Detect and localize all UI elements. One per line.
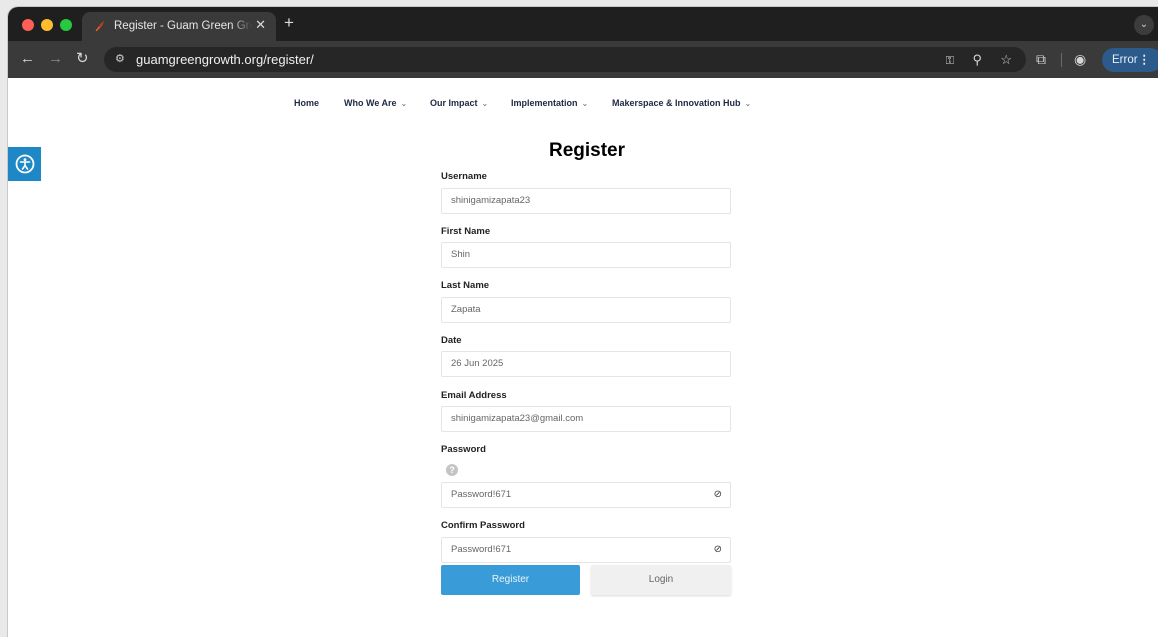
key-icon[interactable]: ⚿: [946, 53, 954, 70]
error-label: Error: [1112, 54, 1138, 66]
nav-item-home[interactable]: Home: [294, 98, 319, 108]
chevron-down-icon: ⌄: [400, 99, 408, 108]
tab-strip: Register - Guam Green Growth ✕ + ⌄: [8, 7, 1158, 41]
site-navigation: Home Who We Are ⌄ Our Impact ⌄ Implementat…: [8, 98, 1158, 114]
email-label: Email Address: [441, 390, 507, 401]
register-button[interactable]: Register: [441, 565, 580, 595]
tab-close-icon[interactable]: ✕: [255, 18, 266, 32]
site-info-icon[interactable]: ⚙: [115, 52, 125, 65]
confirm-password-input[interactable]: Password!671 ⊘: [441, 537, 731, 563]
date-input[interactable]: 26 Jun 2025: [441, 351, 731, 377]
profile-icon[interactable]: ◉: [1074, 50, 1086, 68]
username-label: Username: [441, 171, 487, 182]
star-icon[interactable]: ☆: [1000, 51, 1012, 68]
menu-icon: ⋮: [1138, 54, 1151, 66]
nav-label: Makerspace & Innovation Hub: [612, 98, 741, 108]
first-name-input[interactable]: Shin: [441, 242, 731, 268]
first-name-label: First Name: [441, 226, 491, 237]
back-icon[interactable]: ←: [20, 50, 35, 68]
zoom-icon[interactable]: ⚲: [972, 51, 982, 68]
date-label: Date: [441, 335, 462, 346]
browser-toolbar: ← → ↻ ⚙ guamgreengrowth.org/register/ ⚿ …: [8, 41, 1158, 78]
address-bar[interactable]: ⚙ guamgreengrowth.org/register/ ⚿ ⚲ ☆: [104, 47, 1026, 72]
username-input[interactable]: shinigamizapata23: [441, 188, 731, 214]
page-title: Register: [548, 140, 626, 161]
nav-item-implementation[interactable]: Implementation ⌄: [511, 98, 588, 108]
help-icon[interactable]: ?: [446, 464, 458, 476]
nav-label: Home: [294, 98, 320, 108]
email-input[interactable]: shinigamizapata23@gmail.com: [441, 406, 731, 432]
browser-window: Register - Guam Green Growth ✕ + ⌄ ← → ↻…: [8, 7, 1158, 637]
password-value: Password!671: [451, 489, 512, 500]
last-name-input[interactable]: Zapata: [441, 297, 731, 323]
close-window-button[interactable]: [22, 19, 34, 31]
tab-search-chevron-icon[interactable]: ⌄: [1134, 15, 1154, 35]
tab-title: Register - Guam Green Growth: [114, 20, 252, 32]
error-menu-button[interactable]: Error ⋮: [1102, 48, 1158, 72]
leaf-favicon-icon: [95, 21, 104, 32]
password-label: Password: [441, 444, 486, 455]
new-tab-button[interactable]: +: [284, 14, 294, 32]
forward-icon[interactable]: →: [48, 50, 63, 68]
chevron-down-icon: ⌄: [744, 99, 752, 108]
url-text[interactable]: guamgreengrowth.org/register/: [136, 52, 314, 67]
password-input[interactable]: Password!671 ⊘: [441, 482, 731, 508]
reload-icon[interactable]: ↻: [76, 50, 89, 68]
last-name-label: Last Name: [441, 280, 490, 291]
web-page: Home Who We Are ⌄ Our Impact ⌄ Implementat…: [8, 78, 1158, 637]
toolbar-divider: [1061, 53, 1062, 67]
nav-label: Who We Are: [344, 98, 397, 108]
extensions-icon[interactable]: ⧉: [1036, 50, 1046, 68]
confirm-password-label: Confirm Password: [441, 520, 525, 531]
nav-item-our-impact[interactable]: Our Impact ⌄: [430, 98, 488, 108]
eye-off-icon[interactable]: ⊘: [714, 538, 722, 562]
chevron-down-icon: ⌄: [481, 99, 489, 108]
nav-label: Implementation: [511, 98, 578, 108]
eye-off-icon[interactable]: ⊘: [714, 483, 722, 507]
minimize-window-button[interactable]: [41, 19, 53, 31]
login-button[interactable]: Login: [591, 565, 731, 595]
chevron-down-icon: ⌄: [581, 99, 589, 108]
active-tab[interactable]: Register - Guam Green Growth ✕: [82, 12, 276, 41]
nav-item-makerspace[interactable]: Makerspace & Innovation Hub ⌄: [612, 98, 751, 108]
nav-label: Our Impact: [430, 98, 478, 108]
maximize-window-button[interactable]: [60, 19, 72, 31]
nav-item-who-we-are[interactable]: Who We Are ⌄: [344, 98, 407, 108]
confirm-password-value: Password!671: [451, 544, 512, 555]
